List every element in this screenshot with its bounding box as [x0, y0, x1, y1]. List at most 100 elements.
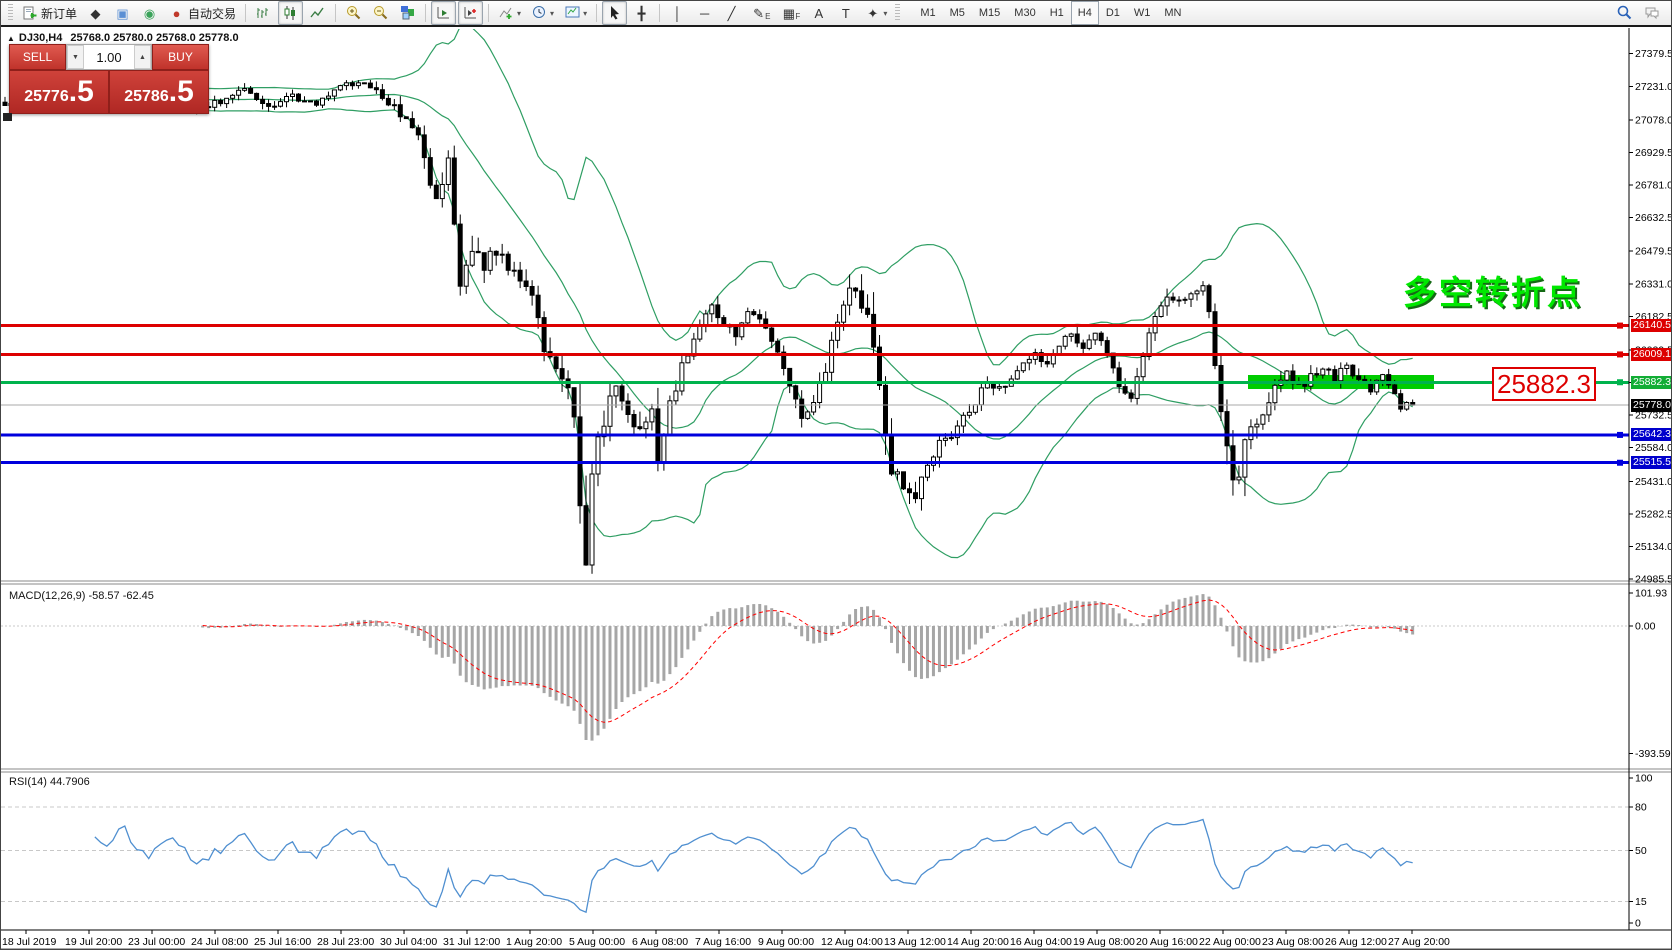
chat-icon[interactable] [1639, 1, 1664, 25]
one-click-collapse-tab[interactable] [3, 113, 12, 121]
volume-increase-button[interactable]: ▲ [134, 45, 151, 69]
volume-input[interactable]: 1.00 [84, 45, 134, 69]
volume-stepper: ▼ 1.00 ▲ [66, 44, 152, 70]
price-annotation[interactable]: 25882.3 [1492, 367, 1596, 401]
svg-text:15: 15 [1635, 896, 1647, 908]
bar-chart-type-icon [255, 5, 272, 22]
buy-price-button[interactable]: 25786.5 [109, 70, 209, 114]
profiles-icon-icon: ◆ [87, 5, 104, 22]
strategy-tester-icon[interactable]: ◉ [137, 1, 162, 25]
tile-windows-button[interactable] [395, 1, 420, 25]
strategy-tester-icon-icon: ◉ [141, 5, 158, 22]
price-level-badge[interactable]: 25778.0 [1631, 399, 1672, 412]
toolbar-grip-timeframes[interactable] [895, 4, 900, 22]
timeframe-d1[interactable]: D1 [1099, 1, 1127, 25]
svg-text:9 Aug 00:00: 9 Aug 00:00 [758, 936, 814, 948]
templates-icon [564, 5, 581, 22]
ohlc-values: 25768.0 25780.0 25768.0 25778.0 [70, 32, 238, 44]
timeframe-h4[interactable]: H4 [1071, 1, 1099, 25]
price-level-badge[interactable]: 25882.3 [1631, 376, 1672, 389]
indicators-button-dropdown-icon[interactable]: ▾ [517, 9, 521, 18]
cursor-icon [606, 5, 623, 22]
svg-text:18 Jul 2019: 18 Jul 2019 [2, 936, 56, 948]
periods-button-dropdown-icon[interactable]: ▾ [550, 9, 554, 18]
trendline-button[interactable]: ╱ [719, 1, 744, 25]
svg-text:27 Aug 20:00: 27 Aug 20:00 [1388, 936, 1450, 948]
fibonacci-button[interactable]: ▦F [776, 1, 804, 25]
sell-price-main: 25776 [24, 88, 69, 106]
new-order-icon [21, 5, 38, 22]
vertical-line-button[interactable]: │ [665, 1, 690, 25]
periods-icon [531, 5, 548, 22]
templates-button[interactable]: ▾ [560, 1, 591, 25]
mt4-window: 27379.527231.027078.026929.526781.026632… [0, 0, 1672, 950]
timeframe-h1[interactable]: H1 [1043, 1, 1071, 25]
arrows-button[interactable]: ✦▾ [860, 1, 891, 25]
autotrading-button[interactable]: ●自动交易 [164, 1, 240, 25]
svg-text:28 Jul 23:00: 28 Jul 23:00 [317, 936, 374, 948]
zoom-out-button[interactable] [368, 1, 393, 25]
toolbar-grip[interactable] [8, 4, 13, 22]
tile-windows-icon [399, 5, 416, 22]
line-chart-type-button[interactable] [305, 1, 330, 25]
collapse-ohlc-icon[interactable]: ▲ [7, 34, 15, 43]
svg-text:25282.5: 25282.5 [1635, 508, 1672, 520]
timeframe-m5[interactable]: M5 [943, 1, 972, 25]
timeframe-m30[interactable]: M30 [1007, 1, 1042, 25]
volume-decrease-button[interactable]: ▼ [67, 45, 84, 69]
chart-shift-button[interactable] [458, 1, 483, 25]
channel-button[interactable]: ✎E [746, 1, 774, 25]
timeframe-w1[interactable]: W1 [1127, 1, 1158, 25]
svg-text:27078.0: 27078.0 [1635, 114, 1672, 126]
sell-price-button[interactable]: 25776.5 [9, 70, 109, 114]
horizontal-line-button[interactable]: ─ [692, 1, 717, 25]
svg-text:100: 100 [1635, 773, 1653, 785]
svg-text:24985.5: 24985.5 [1635, 574, 1672, 586]
bar-chart-type-button[interactable] [251, 1, 276, 25]
arrows-button-dropdown-icon[interactable]: ▾ [883, 9, 887, 18]
cursor-button[interactable] [602, 1, 627, 25]
auto-scroll-button[interactable] [431, 1, 456, 25]
candlestick-chart-type-button[interactable] [278, 1, 303, 25]
profiles-icon[interactable]: ◆ [83, 1, 108, 25]
svg-text:7 Aug 16:00: 7 Aug 16:00 [695, 936, 751, 948]
buy-button[interactable]: BUY [152, 44, 209, 70]
indicators-button[interactable]: ▾ [494, 1, 525, 25]
price-level-badge[interactable]: 26140.5 [1631, 319, 1672, 332]
terminal-icon[interactable]: ▣ [110, 1, 135, 25]
periods-button[interactable]: ▾ [527, 1, 558, 25]
symbol-period-label: DJ30,H4 [19, 32, 62, 44]
candlestick-chart-type-icon [282, 5, 299, 22]
new-order-button[interactable]: 新订单 [17, 1, 81, 25]
crosshair-button[interactable]: ╋ [629, 1, 654, 25]
macd-indicator-label: MACD(12,26,9) -58.57 -62.45 [9, 590, 154, 602]
timeframe-m1[interactable]: M1 [913, 1, 942, 25]
timeframe-m15[interactable]: M15 [972, 1, 1007, 25]
toolbar-separator [425, 4, 426, 22]
text-icon: A [810, 5, 827, 22]
chart-canvas[interactable]: 27379.527231.027078.026929.526781.026632… [1, 1, 1672, 950]
search-icon[interactable] [1612, 1, 1637, 25]
sell-button[interactable]: SELL [9, 44, 66, 70]
price-level-badge[interactable]: 25642.3 [1631, 428, 1672, 441]
svg-text:101.93: 101.93 [1635, 587, 1667, 599]
svg-text:23 Aug 08:00: 23 Aug 08:00 [1262, 936, 1324, 948]
toolbar-separator [335, 4, 336, 22]
svg-text:26632.5: 26632.5 [1635, 212, 1672, 224]
svg-text:19 Jul 20:00: 19 Jul 20:00 [65, 936, 122, 948]
crosshair-icon: ╋ [633, 5, 650, 22]
text-label-icon: T [837, 5, 854, 22]
zoom-in-button[interactable] [341, 1, 366, 25]
svg-text:6 Aug 08:00: 6 Aug 08:00 [632, 936, 688, 948]
svg-text:19 Aug 08:00: 19 Aug 08:00 [1073, 936, 1135, 948]
zoom-out-icon [372, 5, 389, 22]
price-level-badge[interactable]: 26009.1 [1631, 348, 1672, 361]
svg-text:27231.0: 27231.0 [1635, 81, 1672, 93]
text-button[interactable]: A [806, 1, 831, 25]
templates-button-dropdown-icon[interactable]: ▾ [583, 9, 587, 18]
timeframe-mn[interactable]: MN [1157, 1, 1188, 25]
toolbar-separator [245, 4, 246, 22]
price-level-badge[interactable]: 25515.5 [1631, 456, 1672, 469]
text-label-button[interactable]: T [833, 1, 858, 25]
svg-text:24 Jul 08:00: 24 Jul 08:00 [191, 936, 248, 948]
